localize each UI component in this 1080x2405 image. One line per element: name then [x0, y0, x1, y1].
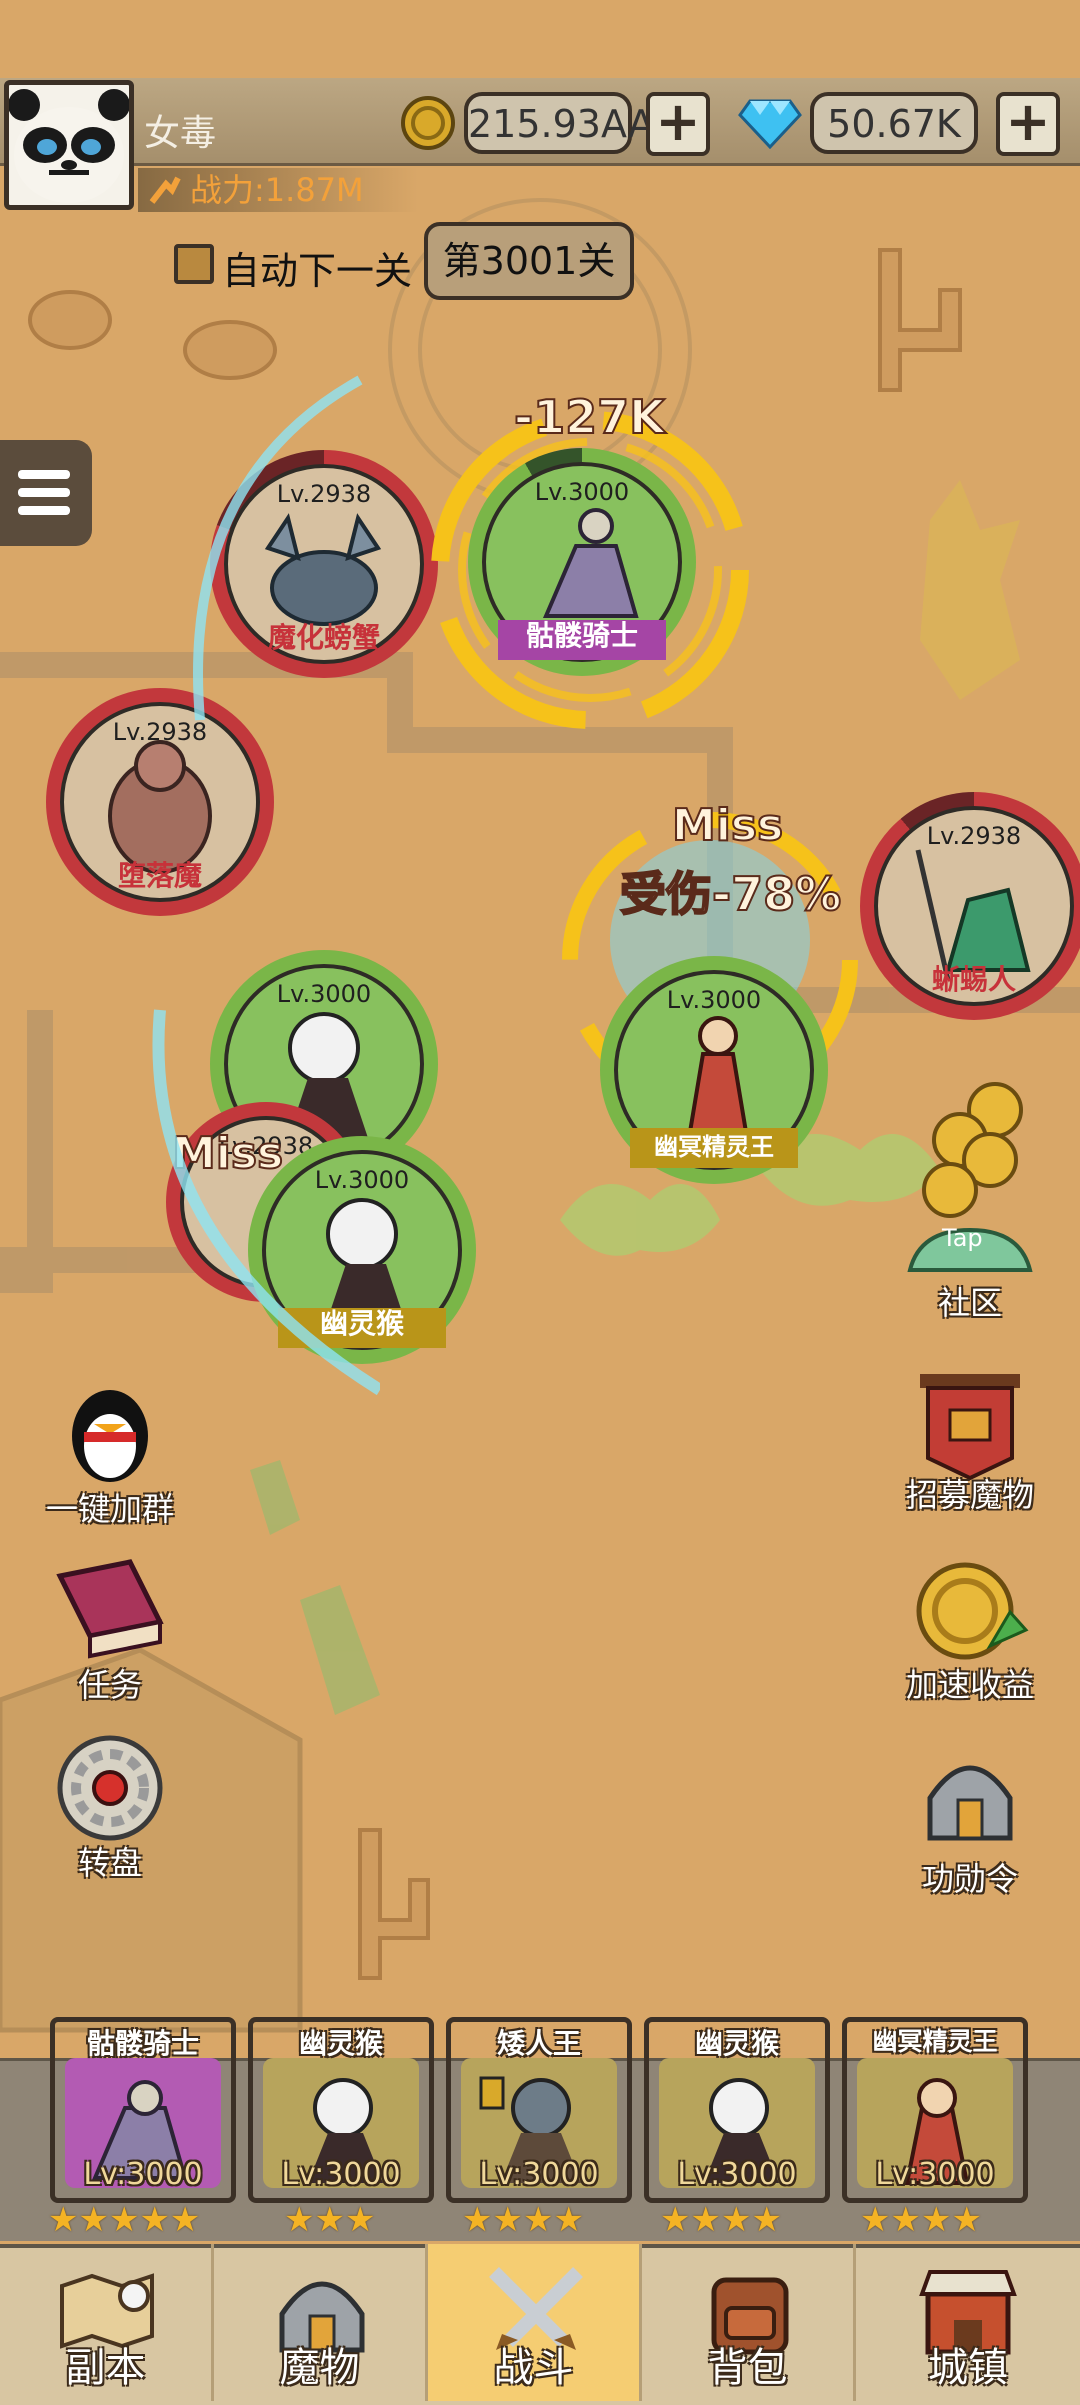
tasks-button[interactable]: 任务 [30, 1556, 190, 1706]
card-level: Lv:3000 [875, 2157, 995, 2192]
recruit-banner-icon [920, 1374, 1020, 1480]
join-group-button[interactable]: 一键加群 [30, 1376, 190, 1528]
team-card[interactable]: 幽灵猴 Lv:3000 [248, 2017, 434, 2203]
nav-town-label: 城镇 [928, 2345, 1008, 2391]
card-name: 幽灵猴 [298, 2027, 383, 2060]
merit-order-label: 功勋令 [921, 1860, 1018, 1898]
unit-name: 蜥蜴人 [931, 963, 1016, 996]
player-name: 女毒 [144, 113, 217, 154]
auto-next-label: 自动下一关 [222, 249, 413, 293]
card-stars: ★★★★ [462, 2200, 584, 2240]
team-card[interactable]: 幽灵猴 Lv:3000 [644, 2017, 830, 2203]
menu-line-icon [18, 506, 70, 515]
player-avatar[interactable] [4, 80, 134, 210]
join-group-label: 一键加群 [45, 1490, 174, 1528]
gold-coin-icon [401, 96, 455, 150]
card-stars: ★★★★ [860, 2200, 982, 2240]
enemy-unit-lizardman[interactable]: Lv.2938 蜥蜴人 [860, 792, 1080, 1020]
nav-dungeon-label: 副本 [65, 2345, 146, 2391]
card-name: 骷髅骑士 [86, 2027, 199, 2060]
card-name: 矮人王 [496, 2027, 581, 2060]
helmet-icon [927, 1765, 1013, 1841]
speed-income-button[interactable]: 加速收益 [880, 1556, 1060, 1706]
team-card[interactable]: 幽冥精灵王 Lv:3000 [842, 2017, 1028, 2203]
auto-next-checkbox[interactable] [174, 244, 214, 284]
nav-monsters[interactable]: 魔物 [214, 2244, 428, 2401]
combat-power: 战力:1.87M [138, 168, 418, 212]
nav-backpack[interactable]: 背包 [642, 2244, 856, 2401]
add-gold-button[interactable]: + [646, 92, 710, 156]
unit-level: Lv.3000 [534, 478, 630, 506]
nav-battle-label: 战斗 [493, 2345, 574, 2391]
nav-battle[interactable]: 战斗 [428, 2244, 642, 2401]
miss-popup: Miss [671, 799, 784, 852]
merit-order-button[interactable]: 功勋令 [880, 1748, 1060, 1898]
tap-label: Tap [942, 1224, 983, 1252]
add-gems-button[interactable]: + [996, 92, 1060, 156]
slash-effect [152, 375, 380, 1396]
speed-income-label: 加速收益 [905, 1666, 1034, 1704]
wheel-label: 转盘 [77, 1844, 142, 1882]
damage-reduction-popup: 受伤-78% [619, 866, 842, 922]
spin-wheel-icon [57, 1735, 163, 1841]
combat-power-value: 战力:1.87M [190, 171, 364, 209]
speed-coin-icon [916, 1562, 1029, 1660]
wheel-button[interactable]: 转盘 [30, 1732, 190, 1882]
power-icon [149, 176, 181, 204]
card-name: 幽冥精灵王 [872, 2027, 998, 2056]
gem-amount: 50.67K [810, 92, 978, 154]
menu-button[interactable] [0, 440, 92, 546]
unit-level: Lv.2938 [926, 822, 1022, 850]
unit-level: Lv.3000 [666, 986, 762, 1014]
community-label: 社区 [937, 1284, 1002, 1322]
nav-backpack-label: 背包 [707, 2345, 788, 2391]
ally-unit-skeleton-knight[interactable]: Lv.3000 骷髅骑士 [468, 448, 696, 676]
damage-popup: -127K [513, 389, 666, 445]
stage-indicator[interactable]: 第3001关 [424, 222, 634, 300]
card-level: Lv:3000 [677, 2157, 797, 2192]
card-stars: ★★★ [284, 2200, 376, 2240]
card-level: Lv:3000 [479, 2157, 599, 2192]
penguin-icon [72, 1390, 148, 1482]
gold-amount: 215.93AA [464, 92, 654, 154]
unit-name: 幽冥精灵王 [654, 1133, 774, 1161]
card-stars: ★★★★★ [48, 2200, 201, 2240]
diamond-icon [738, 99, 802, 149]
tasks-label: 任务 [77, 1666, 142, 1704]
card-stars: ★★★★ [660, 2200, 782, 2240]
nav-dungeon[interactable]: 副本 [0, 2244, 214, 2401]
menu-line-icon [18, 488, 70, 497]
team-card[interactable]: 骷髅骑士 Lv:3000 [50, 2017, 236, 2203]
card-level: Lv:3000 [83, 2157, 203, 2192]
nav-town[interactable]: 城镇 [856, 2244, 1080, 2401]
ally-unit-dark-elf-king[interactable]: Lv.3000 幽冥精灵王 [600, 956, 828, 1184]
unit-name: 骷髅骑士 [525, 619, 638, 652]
nav-monsters-label: 魔物 [279, 2345, 360, 2391]
card-level: Lv:3000 [281, 2157, 401, 2192]
book-icon [56, 1559, 164, 1659]
recruit-monster-button[interactable]: 招募魔物 [880, 1370, 1060, 1520]
menu-line-icon [18, 470, 70, 479]
recruit-monster-label: 招募魔物 [905, 1476, 1034, 1514]
card-name: 幽灵猴 [694, 2027, 779, 2060]
community-button[interactable]: Tap 社区 [900, 1080, 1040, 1322]
team-card[interactable]: 矮人王 Lv:3000 [446, 2017, 632, 2203]
panda-avatar-icon [9, 89, 129, 203]
